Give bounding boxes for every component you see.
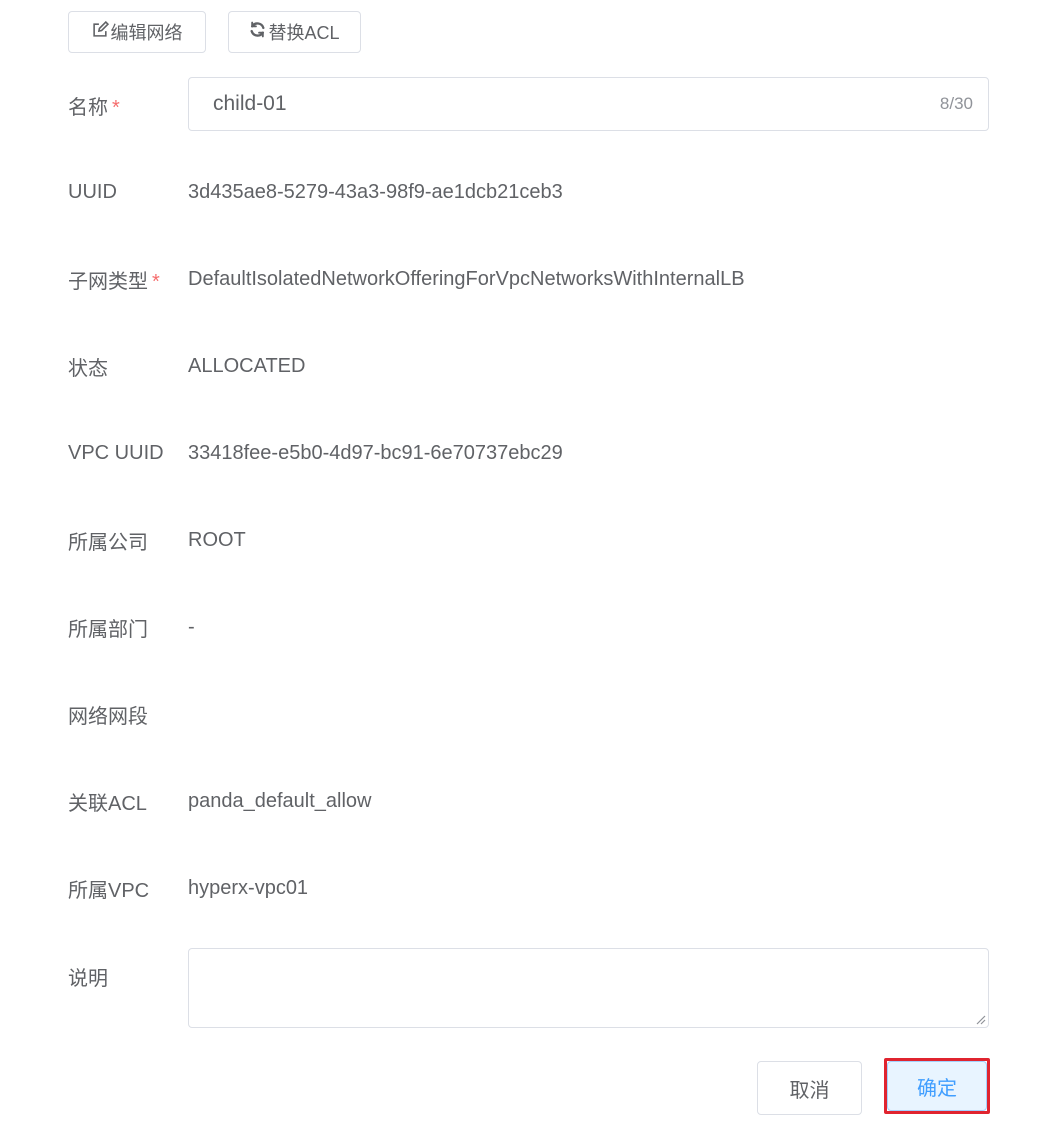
company-label: 所属公司 — [68, 531, 148, 554]
name-label: 名称 * — [68, 97, 120, 119]
subnet-type-label: 子网类型 * — [68, 270, 160, 293]
subnet-type-row: 子网类型 * DefaultIsolatedNetworkOfferingForV… — [68, 264, 989, 294]
vpc-label: 所属VPC — [68, 879, 150, 902]
uuid-row: UUID 3d435ae8-5279-43a3-98f9-ae1dcb21ceb… — [68, 177, 989, 207]
cancel-button[interactable]: 取消 — [757, 1061, 862, 1115]
network-segment-label: 网络网段 — [68, 705, 148, 728]
required-mark: * — [152, 270, 160, 293]
name-field[interactable]: 8/30 — [188, 77, 989, 131]
description-textarea[interactable] — [189, 949, 988, 1027]
company-row: 所属公司 ROOT — [68, 525, 989, 555]
refresh-icon — [249, 21, 266, 43]
required-mark: * — [112, 97, 120, 119]
replace-acl-label: 替换ACL — [268, 23, 340, 43]
uuid-label: UUID — [68, 180, 117, 203]
status-label: 状态 — [68, 357, 108, 380]
resize-handle-icon[interactable] — [974, 1013, 986, 1025]
vpc-row: 所属VPC hyperx-vpc01 — [68, 873, 989, 903]
edit-network-form-page: 编辑网络 替换ACL 名称* 8/30 UUID 3d435ae8-5279-4… — [0, 0, 1053, 1130]
vpc-uuid-row: VPC UUID 33418fee-e5b0-4d97-bc91-6e70737… — [68, 438, 989, 468]
company-value: ROOT — [188, 528, 246, 551]
confirm-button[interactable]: 确定 — [887, 1061, 987, 1111]
status-row: 状态 ALLOCATED — [68, 351, 989, 381]
edit-network-button[interactable]: 编辑网络 — [68, 11, 206, 53]
department-label: 所属部门 — [68, 618, 148, 641]
edit-network-label: 编辑网络 — [110, 23, 183, 43]
description-field[interactable] — [188, 948, 989, 1028]
subnet-type-value: DefaultIsolatedNetworkOfferingForVpcNetw… — [188, 267, 745, 290]
description-row: 说明 — [68, 948, 989, 1028]
acl-value: panda_default_allow — [188, 789, 372, 812]
replace-acl-button[interactable]: 替换ACL — [228, 11, 361, 53]
vpc-value: hyperx-vpc01 — [188, 876, 309, 899]
edit-icon — [92, 20, 109, 43]
network-segment-row: 网络网段 — [68, 699, 989, 729]
description-label: 说明 — [68, 968, 108, 990]
uuid-value: 3d435ae8-5279-43a3-98f9-ae1dcb21ceb3 — [188, 180, 563, 203]
name-row: 名称* 8/30 — [68, 77, 989, 131]
status-value: ALLOCATED — [188, 354, 306, 377]
acl-label: 关联ACL — [68, 792, 147, 815]
name-input[interactable] — [189, 78, 988, 130]
vpc-uuid-label: VPC UUID — [68, 441, 164, 464]
vpc-uuid-value: 33418fee-e5b0-4d97-bc91-6e70737ebc29 — [188, 441, 563, 464]
char-count: 8/30 — [939, 94, 973, 113]
department-value: - — [188, 615, 195, 638]
acl-row: 关联ACL panda_default_allow — [68, 786, 989, 816]
department-row: 所属部门 - — [68, 612, 989, 642]
